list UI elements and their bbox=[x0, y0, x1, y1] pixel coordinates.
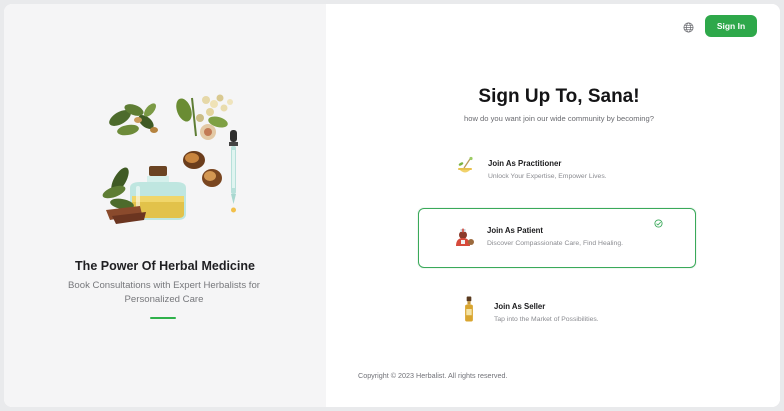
herbal-medicine-illustration bbox=[102, 94, 238, 224]
selected-check-icon bbox=[654, 219, 663, 228]
left-panel-title: The Power Of Herbal Medicine bbox=[75, 259, 255, 273]
option-seller-description: Tap into the Market of Possibilities. bbox=[494, 316, 599, 323]
option-practitioner[interactable]: Join As Practitioner Unlock Your Experti… bbox=[418, 148, 696, 192]
option-seller[interactable]: Join As Seller Tap into the Market of Po… bbox=[418, 288, 696, 332]
page-subtitle: how do you want join our wide community … bbox=[464, 114, 654, 123]
page-title: Sign Up To, Sana! bbox=[478, 86, 640, 107]
option-patient-description: Discover Compassionate Care, Find Healin… bbox=[487, 240, 623, 247]
option-seller-title: Join As Seller bbox=[494, 302, 546, 311]
right-panel: Sign In Sign Up To, Sana! how do you wan… bbox=[326, 4, 780, 407]
option-patient[interactable]: Join As Patient Discover Compassionate C… bbox=[418, 208, 696, 268]
patient-icon bbox=[456, 228, 474, 246]
app-frame: The Power Of Herbal Medicine Book Consul… bbox=[4, 4, 780, 407]
option-patient-title: Join As Patient bbox=[487, 226, 544, 235]
left-panel-description: Book Consultations with Expert Herbalist… bbox=[68, 280, 260, 305]
mortar-herb-icon bbox=[458, 156, 473, 173]
oil-bottle-icon bbox=[465, 296, 473, 322]
sign-in-button[interactable]: Sign In bbox=[705, 15, 757, 37]
option-practitioner-title: Join As Practitioner bbox=[488, 159, 562, 168]
accent-divider bbox=[150, 317, 176, 319]
globe-icon[interactable] bbox=[683, 22, 694, 33]
option-practitioner-description: Unlock Your Expertise, Empower Lives. bbox=[488, 173, 607, 180]
left-panel: The Power Of Herbal Medicine Book Consul… bbox=[4, 4, 326, 407]
copyright-text: Copyright © 2023 Herbalist. All rights r… bbox=[358, 371, 508, 380]
